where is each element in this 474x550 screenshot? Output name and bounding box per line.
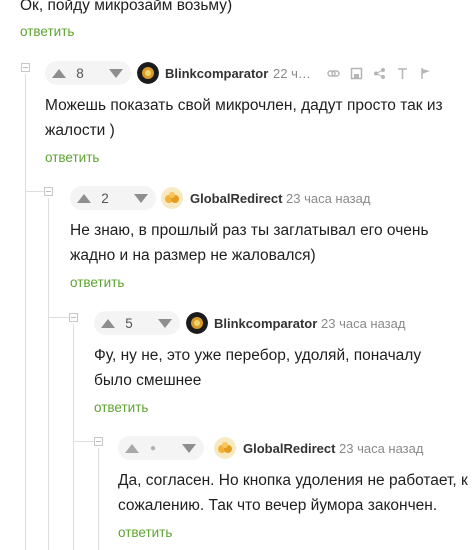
arrow-down-icon — [109, 68, 123, 78]
reply-link[interactable]: ответить — [70, 275, 124, 290]
comment-text-line: жадно и на размер не жаловался) — [70, 247, 316, 264]
rating-value: 8 — [76, 65, 84, 81]
pin-icon[interactable] — [395, 66, 409, 80]
reply-link[interactable]: ответить — [94, 400, 148, 415]
save-icon[interactable] — [349, 66, 363, 80]
avatar-image — [186, 312, 208, 334]
comment-text-line: Фу, ну не, это уже перебор, удоляй, пона… — [94, 347, 422, 364]
thread-connector — [74, 441, 94, 442]
avatar[interactable] — [161, 187, 183, 209]
arrow-down-icon — [134, 193, 148, 203]
comment-text-line: было смешнее — [94, 372, 202, 389]
comment-time: 23 часа назад — [286, 191, 371, 206]
comment-text-line: Да, согласен. Но кнопка удоления не рабо… — [118, 472, 468, 489]
comment-author[interactable]: GlobalRedirect — [190, 191, 282, 206]
arrow-up-icon — [77, 193, 91, 203]
comment-text-line: Не знаю, в прошлый раз ты заглатывал его… — [70, 222, 429, 239]
comment-text-line: жалости ) — [45, 122, 115, 139]
thread-line — [25, 74, 26, 550]
avatar-image — [214, 437, 236, 459]
avatar[interactable] — [137, 62, 159, 84]
avatar[interactable] — [186, 312, 208, 334]
thread-connector — [26, 191, 44, 192]
arrow-up-icon — [101, 318, 115, 328]
comment-text-line: Ок, пойду микрозайм возьму) — [20, 0, 233, 14]
rating-control: ● — [118, 436, 204, 460]
arrow-down-icon — [182, 443, 196, 453]
arrow-down-icon — [158, 318, 172, 328]
downvote-button[interactable] — [101, 68, 131, 78]
thread-connector — [49, 317, 69, 318]
collapse-toggle[interactable] — [94, 437, 103, 446]
thread-line — [98, 448, 99, 550]
collapse-toggle[interactable] — [69, 313, 78, 322]
report-icon[interactable] — [418, 66, 432, 80]
arrow-up-icon — [125, 443, 139, 453]
avatar-image — [161, 187, 183, 209]
thread-line — [73, 324, 74, 550]
rating-control: 5 — [94, 311, 180, 335]
comment-time: 22 ч… — [273, 66, 311, 81]
reply-link[interactable]: ответить — [45, 150, 99, 165]
comment-time: 23 часа назад — [339, 441, 424, 456]
comment-text-line: сожалению. Так что вечер йумора закончен… — [118, 497, 438, 514]
comment-time: 23 часа назад — [321, 316, 406, 331]
rating-control: 8 — [45, 61, 131, 85]
comment-author[interactable]: GlobalRedirect — [243, 441, 335, 456]
thread-line — [48, 198, 49, 550]
upvote-button[interactable] — [94, 318, 122, 328]
collapse-toggle[interactable] — [44, 187, 53, 196]
rating-control: 2 — [70, 186, 156, 210]
rating-value: 5 — [125, 315, 133, 331]
downvote-button[interactable] — [150, 318, 180, 328]
downvote-button[interactable] — [174, 443, 204, 453]
reply-link[interactable]: ответить — [118, 525, 172, 540]
share-icon[interactable] — [372, 66, 386, 80]
link-icon[interactable] — [326, 66, 340, 80]
rating-hidden-dot: ● — [149, 442, 157, 454]
upvote-button[interactable] — [70, 193, 98, 203]
comment-actions — [326, 66, 432, 80]
comment-author[interactable]: Blinkcomparator — [165, 66, 268, 81]
avatar[interactable] — [214, 437, 236, 459]
downvote-button[interactable] — [126, 193, 156, 203]
rating-value: 2 — [101, 190, 109, 206]
reply-link[interactable]: ответить — [20, 24, 74, 39]
upvote-button[interactable] — [45, 68, 73, 78]
arrow-up-icon — [52, 68, 66, 78]
comment-author[interactable]: Blinkcomparator — [214, 316, 317, 331]
upvote-button[interactable] — [118, 443, 146, 453]
collapse-toggle[interactable] — [21, 63, 30, 72]
comment-text-line: Можешь показать свой микрочлен, дадут пр… — [45, 97, 443, 114]
avatar-image — [137, 62, 159, 84]
